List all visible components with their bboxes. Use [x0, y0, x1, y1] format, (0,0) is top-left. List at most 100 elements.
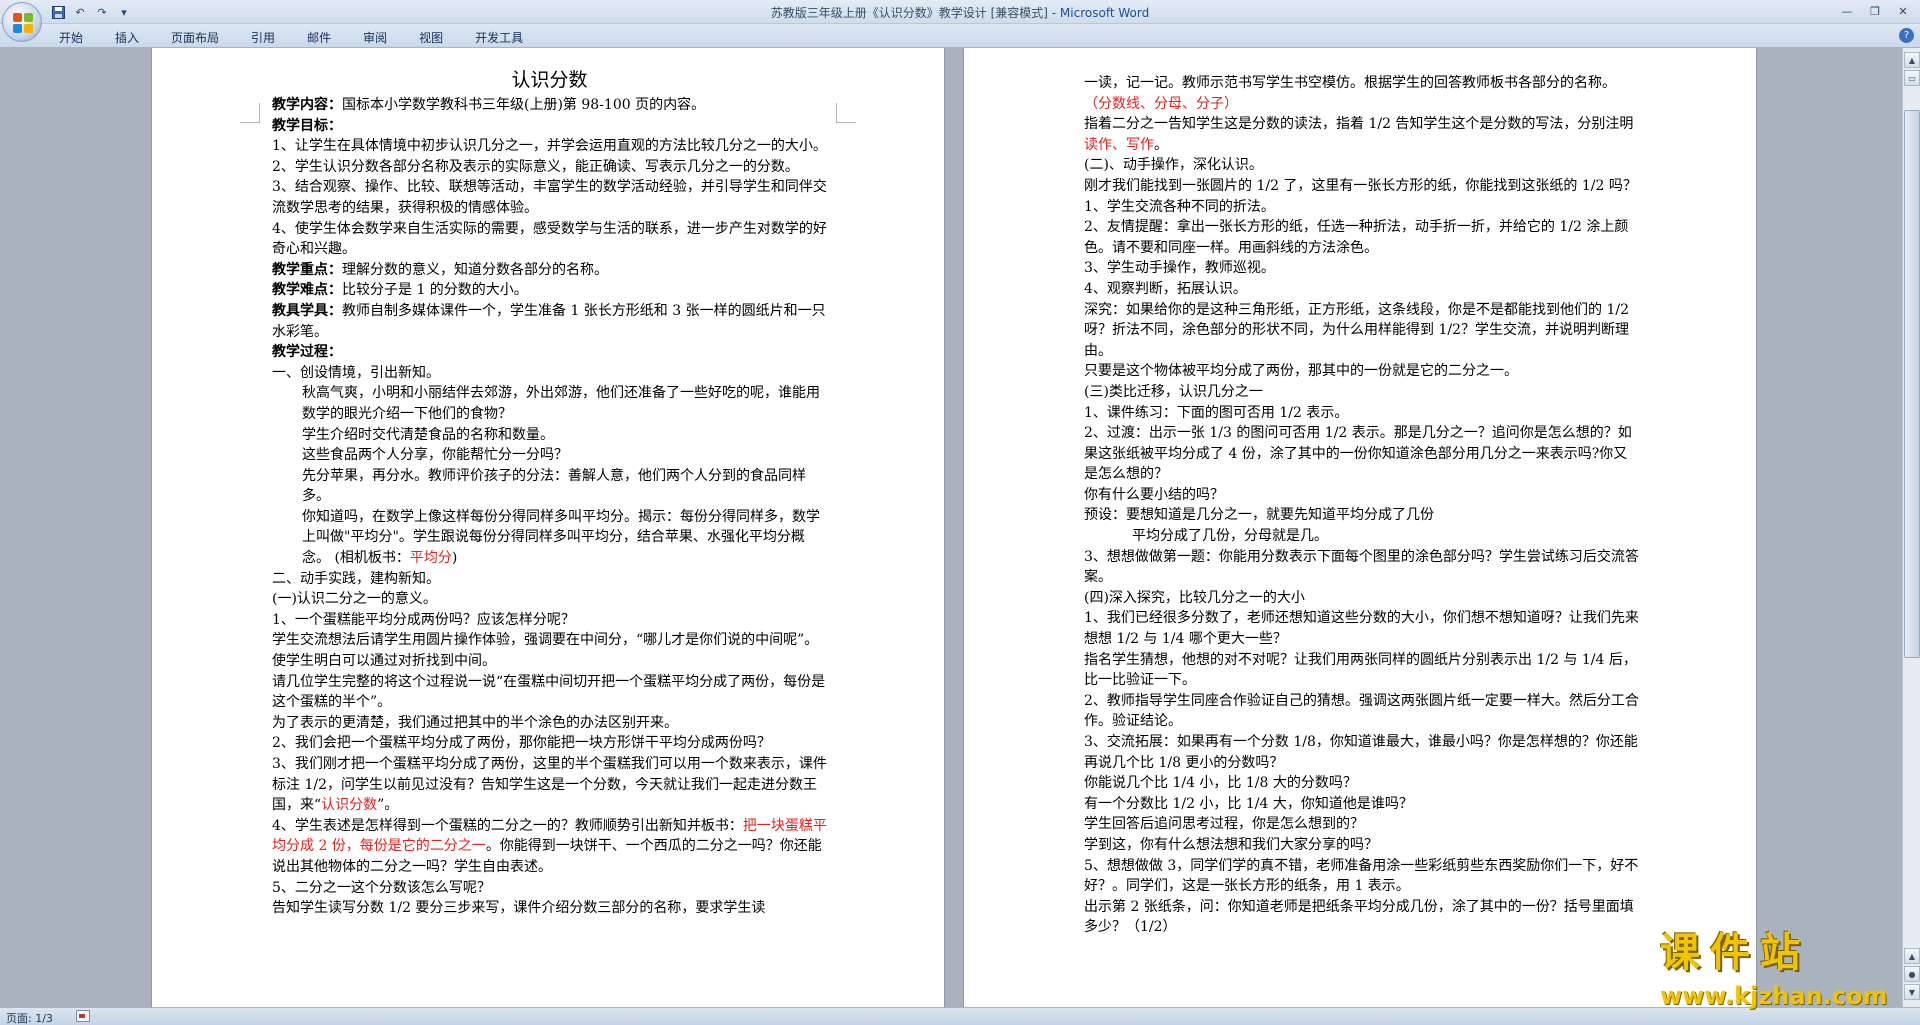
document-title-heading: 认识分数	[272, 65, 827, 95]
highlighted-text: 认识分数	[321, 797, 378, 814]
tab-insert[interactable]: 插入	[104, 27, 150, 48]
window-controls: — ❐ ✕	[1834, 2, 1916, 20]
text: )	[451, 550, 458, 567]
window-title: 苏教版三年级上册《认识分数》教学设计 [兼容模式] - Microsoft Wo…	[0, 4, 1920, 21]
paragraph: 学生回答后追问思考过程，你是怎么想到的？	[1084, 816, 1364, 833]
heading-text: 认识分数	[511, 69, 588, 91]
paragraph: 一读，记一记。教师示范书写学生书空模仿。根据学生的回答教师板书各部分的名称。	[1084, 75, 1616, 91]
scroll-up-icon[interactable]: ▲	[1904, 52, 1920, 68]
margin-corner-mark	[240, 103, 260, 123]
paragraph: 2、学生认识分数各部分名称及表示的实际意义，能正确读、写表示几分之一的分数。	[272, 158, 799, 175]
paragraph: 学生介绍时交代清楚食品的名称和数量。	[302, 426, 554, 443]
label: 教学内容：	[272, 97, 342, 113]
text: 国标本小学数学教科书三年级(上册)第 98-100 页的内容。	[342, 97, 706, 113]
paragraph: 为了表示的更清楚，我们通过把其中的半个涂色的办法区别开来。	[272, 714, 678, 731]
ruler-toggle-icon[interactable]: ▭	[1904, 70, 1920, 86]
scrollbar-thumb[interactable]	[1904, 110, 1920, 658]
paragraph: 你有什么要小结的吗？	[1084, 486, 1224, 503]
paragraph: 2、过渡：出示一张 1/3 的图问可否用 1/2 表示。那是几分之一？追问你是怎…	[1084, 425, 1632, 483]
paragraph: 先分苹果，再分水。教师评价孩子的分法：善解人意，他们两个人分到的食品同样多。	[302, 467, 806, 505]
paragraph: 教学目标：	[272, 116, 827, 137]
text: 你知道吗，在数学上像这样每份分得同样多叫平均分。揭示：每份分得同样多，数学上叫做…	[302, 508, 820, 567]
text: 指着二分之一告知学生这是分数的读法，指着 1/2 告知学生这个是分数的写法，分别…	[1084, 116, 1634, 133]
document-workspace: 认识分数 教学内容：国标本小学数学教科书三年级(上册)第 98-100 页的内容…	[0, 48, 1902, 1007]
paragraph: 3、我们刚才把一个蛋糕平均分成了两份，这里的半个蛋糕我们可以用一个数来表示，课件…	[272, 754, 827, 816]
paragraph: 3、学生动手操作，教师巡视。	[1084, 260, 1275, 277]
paragraph: 教学难点：比较分子是 1 的分数的大小。	[272, 280, 827, 301]
paragraph: 1、学生交流各种不同的折法。	[1084, 198, 1275, 215]
paragraph: 2、友情提醒：拿出一张长方形的纸，任选一种折法，动手折一折，并给它的 1/2 涂…	[1084, 219, 1629, 256]
paragraph: 你知道吗，在数学上像这样每份分得同样多叫平均分。揭示：每份分得同样多，数学上叫做…	[272, 507, 827, 569]
paragraph: 学生交流想法后请学生用圆片操作体验，强调要在中间分，“哪儿才是你们说的中间呢”。…	[272, 632, 819, 670]
paragraph: 5、想想做做 3，同学们学的真不错，老师准备用涂一些彩纸剪些东西奖励你们一下，好…	[1084, 857, 1639, 895]
tab-home[interactable]: 开始	[48, 27, 94, 48]
watermark: 课件站 www.kjzhan.com	[1660, 920, 1920, 1010]
status-bar: 页面: 1/3	[0, 1007, 1920, 1025]
paragraph: 教学内容：国标本小学数学教科书三年级(上册)第 98-100 页的内容。	[272, 95, 827, 116]
highlighted-text: 读作	[1084, 136, 1112, 153]
document-page-2[interactable]: 一读，记一记。教师示范书写学生书空模仿。根据学生的回答教师板书各部分的名称。 （…	[963, 48, 1757, 1007]
paragraph: (一)认识二分之一的意义。	[272, 591, 437, 608]
paragraph: 你能说几个比 1/4 小，比 1/8 大的分数吗？	[1084, 775, 1357, 792]
page-gap	[945, 48, 963, 1007]
paragraph: 5、二分之一这个分数该怎么写呢？	[272, 879, 491, 896]
text: 。	[1154, 136, 1168, 153]
label: 教具学具：	[272, 302, 342, 319]
text: 理解分数的意义，知道分数各部分的名称。	[342, 261, 608, 278]
paragraph: 出示第 2 张纸条，问：你知道老师是把纸条平均分成几份，涂了其中的一份？括号里面…	[1084, 898, 1634, 936]
help-icon[interactable]: ?	[1899, 28, 1914, 43]
paragraph: 教学重点：理解分数的意义，知道分数各部分的名称。	[272, 260, 827, 281]
paragraph: 指着二分之一告知学生这是分数的读法，指着 1/2 告知学生这个是分数的写法，分别…	[1084, 114, 1639, 155]
paragraph: 3、交流拓展：如果再有一个分数 1/8，你知道谁最大，谁最小吗？你是怎样想的？你…	[1084, 734, 1638, 771]
page-body: 认识分数 教学内容：国标本小学数学教科书三年级(上册)第 98-100 页的内容…	[272, 57, 827, 919]
paragraph: 4、使学生体会数学来自生活实际的需要，感受数学与生活的联系，进一步产生对数学的好…	[272, 220, 827, 258]
paragraph: 学到这，你有什么想法想和我们大家分享的吗？	[1084, 836, 1378, 853]
paragraph: 秋高气爽，小明和小丽结伴去郊游，外出郊游，他们还准备了一些好吃的呢，谁能用数学的…	[302, 385, 820, 422]
paragraph: 1、让学生在具体情境中初步认识几分之一，并学会运用直观的方法比较几分之一的大小。	[272, 138, 827, 155]
highlighted-text: 平均分	[409, 550, 452, 567]
vertical-scrollbar[interactable]: ▲ ▭ ▲ ● ▼	[1902, 48, 1920, 1007]
paragraph: 4、观察判断，拓展认识。	[1084, 280, 1247, 297]
text: 4、学生表述是怎样得到一个蛋糕的二分之一的？教师顺势引出新知并板书：	[272, 817, 743, 834]
app-name: Microsoft Word	[1059, 6, 1150, 20]
paragraph: 3、结合观察、操作、比较、联想等活动，丰富学生的数学活动经验，并引导学生和同伴交…	[272, 179, 827, 216]
proofing-icon[interactable]	[76, 1010, 90, 1022]
document-page-1[interactable]: 认识分数 教学内容：国标本小学数学教科书三年级(上册)第 98-100 页的内容…	[151, 48, 945, 1007]
office-button[interactable]	[2, 2, 42, 42]
paragraph: 1、课件练习：下面的图可否用 1/2 表示。	[1084, 404, 1349, 421]
tab-page-layout[interactable]: 页面布局	[160, 27, 230, 48]
paragraph: 二、动手实践，建构新知。	[272, 570, 440, 587]
page-body: 一读，记一记。教师示范书写学生书空模仿。根据学生的回答教师板书各部分的名称。 （…	[1084, 73, 1639, 938]
paragraph: 只要是这个物体被平均分成了两份，那其中的一份就是它的二分之一。	[1084, 363, 1518, 380]
tab-developer[interactable]: 开发工具	[464, 27, 534, 48]
highlighted-text: 、	[1112, 136, 1126, 153]
paragraph: 指名学生猜想，他想的对不对呢？让我们用两张同样的圆纸片分别表示出 1/2 与 1…	[1084, 651, 1637, 689]
tab-mailings[interactable]: 邮件	[296, 27, 342, 48]
paragraph: 2、教师指导学生同座合作验证自己的猜想。强调这两张圆片纸一定要一样大。然后分工合…	[1084, 692, 1639, 730]
watermark-url: www.kjzhan.com	[1660, 982, 1888, 1010]
office-logo-icon	[13, 13, 33, 33]
paragraph: 这些食品两个人分享，你能帮忙分一分吗？	[302, 447, 568, 464]
paragraph: 预设：要想知道是几分之一，就要先知道平均分成了几份	[1084, 507, 1434, 524]
paragraph: 教学过程：	[272, 342, 827, 363]
paragraph: 1、我们已经很多分数了，老师还想知道这些分数的大小，你们想不想知道呀？让我们先来…	[1084, 610, 1639, 648]
paragraph: 请几位学生完整的将这个过程说一说“在蛋糕中间切开把一个蛋糕平均分成了两份，每份是…	[272, 673, 826, 711]
paragraph: 告知学生读写分数 1/2 要分三步来写，课件介绍分数三部分的名称，要求学生读	[272, 900, 766, 917]
maximize-icon[interactable]: ❐	[1862, 2, 1888, 20]
text: 比较分子是 1 的分数的大小。	[342, 282, 528, 299]
tab-review[interactable]: 审阅	[352, 27, 398, 48]
paragraph: （分数线、分母、分子）	[1084, 95, 1238, 112]
paragraph: 一、创设情境，引出新知。	[272, 364, 440, 381]
tab-references[interactable]: 引用	[240, 27, 286, 48]
tab-view[interactable]: 视图	[408, 27, 454, 48]
minimize-icon[interactable]: —	[1834, 2, 1860, 20]
label: 教学难点：	[272, 282, 342, 299]
page-indicator[interactable]: 页面: 1/3	[6, 1010, 53, 1025]
paragraph: 1、一个蛋糕能平均分成两份吗？应该怎样分呢？	[272, 611, 575, 628]
ribbon-tabs: 开始 插入 页面布局 引用 邮件 审阅 视图 开发工具	[48, 27, 544, 48]
highlighted-text: 写作	[1126, 136, 1154, 153]
close-icon[interactable]: ✕	[1890, 2, 1916, 20]
text: 教师自制多媒体课件一个，学生准备 1 张长方形纸和 3 张一样的圆纸片和一只水彩…	[272, 302, 826, 340]
paragraph: (二)、动手操作，深化认识。	[1084, 157, 1263, 174]
label: 教学过程：	[272, 344, 342, 361]
